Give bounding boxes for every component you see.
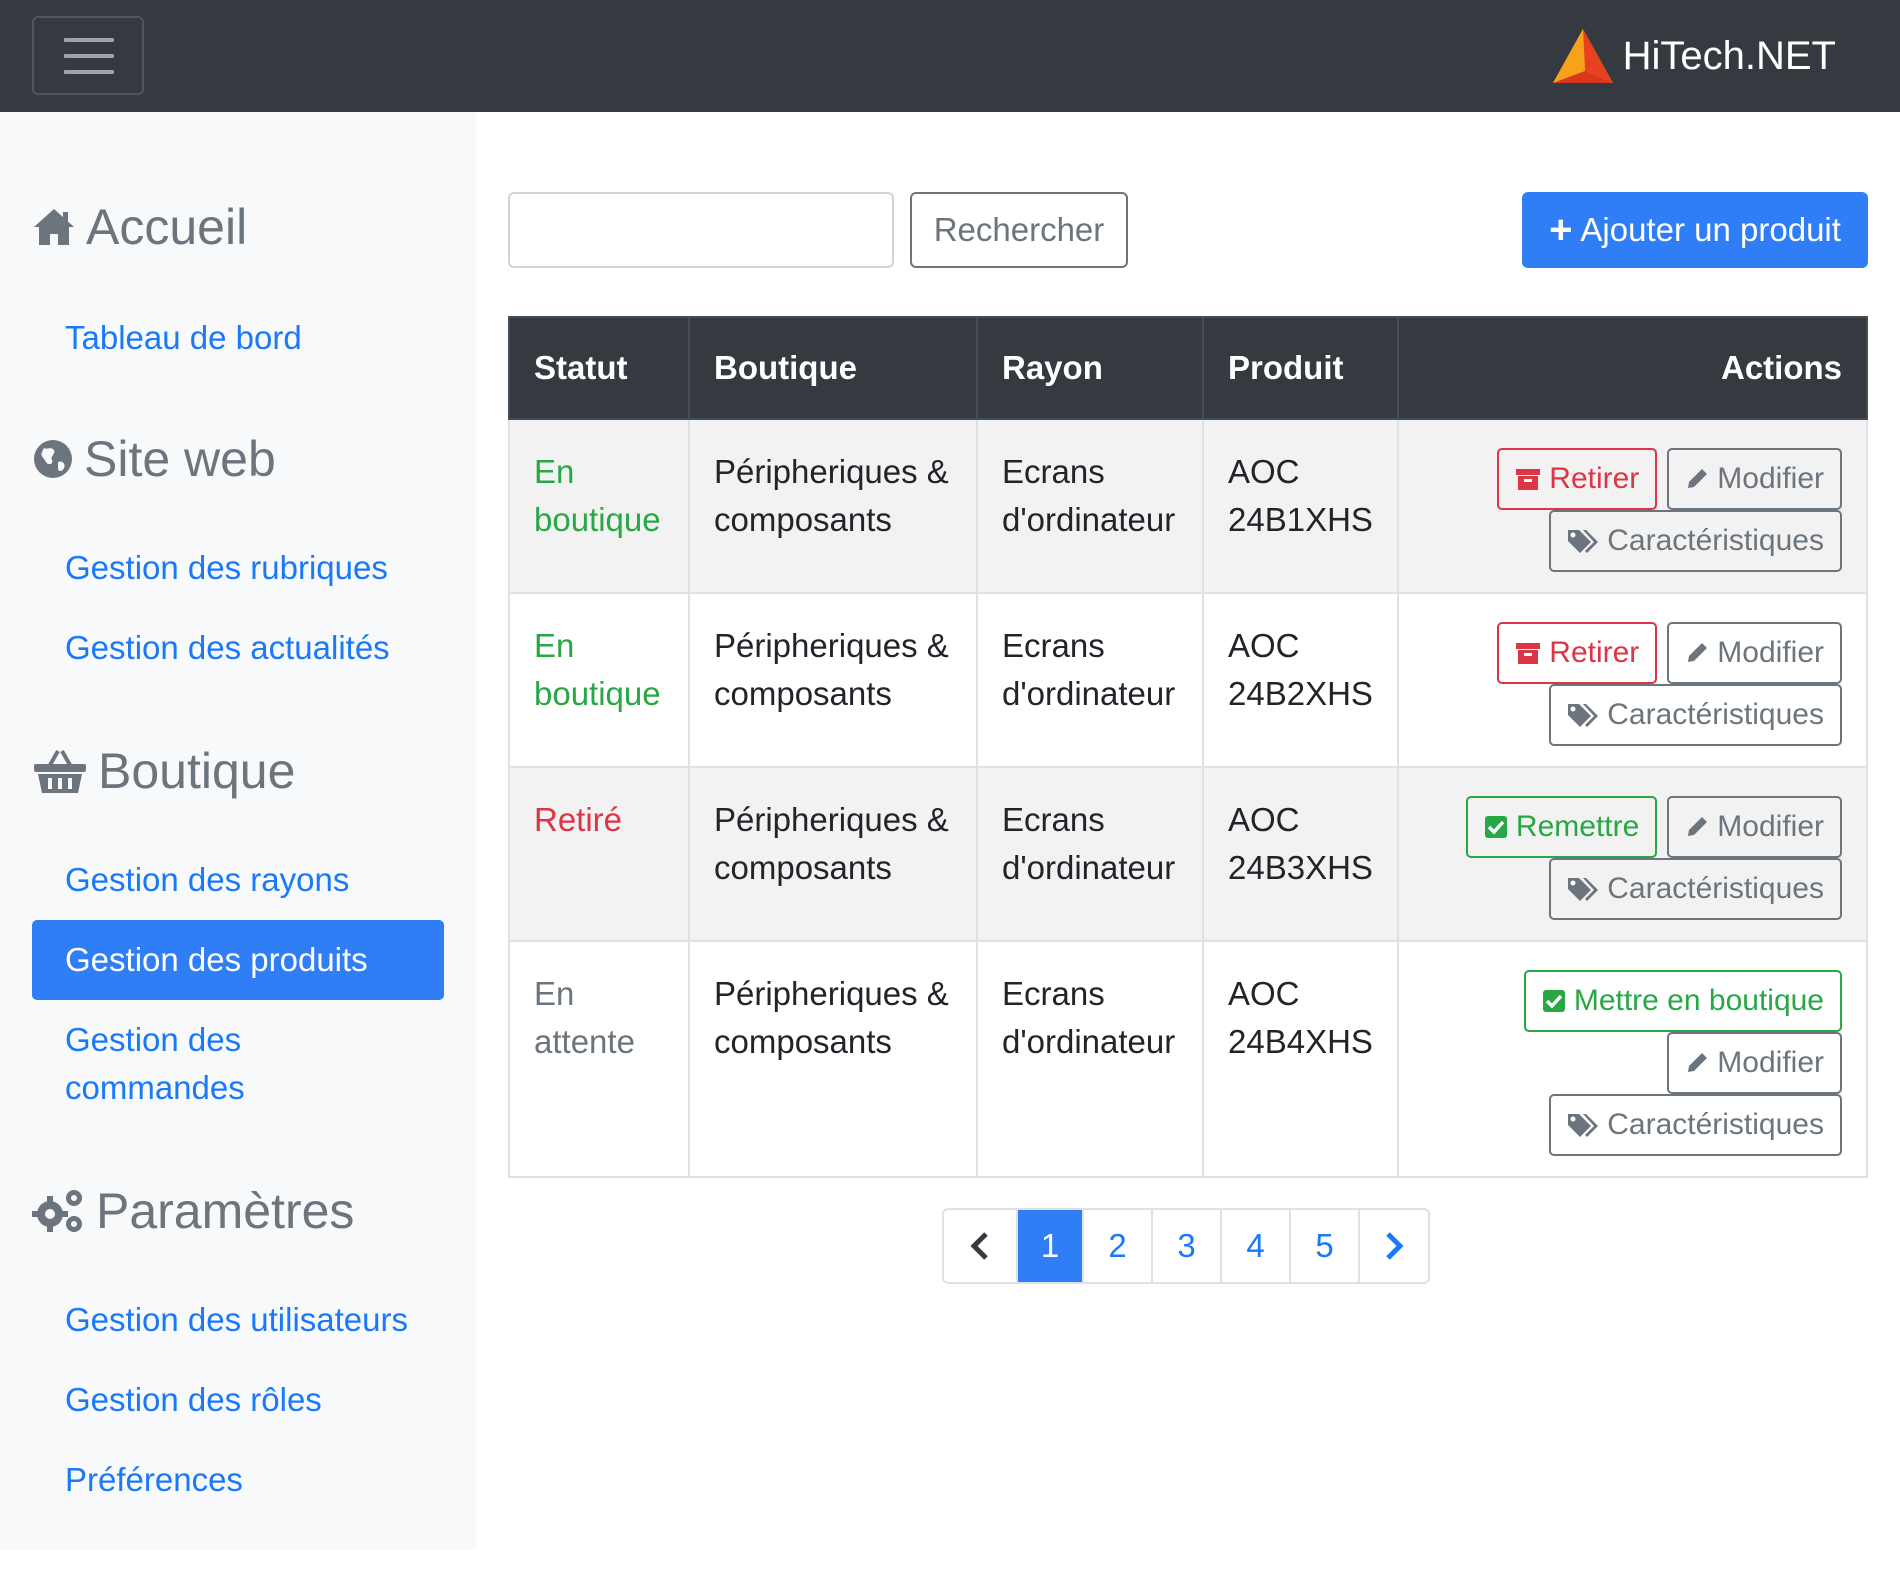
sidebar: Accueil Tableau de bord Site web Gestion… — [0, 112, 476, 1550]
check-square-icon — [1542, 990, 1565, 1012]
retirer-button[interactable]: Retirer — [1497, 448, 1658, 510]
brand-link[interactable]: HiTech.NET — [1551, 26, 1836, 86]
search-input[interactable] — [508, 192, 894, 268]
table-row: En attente Péripheriques & composants Ec… — [508, 940, 1869, 1178]
produit-cell: AOC 24B1XHS — [1202, 418, 1399, 594]
rayon-cell: Ecrans d'ordinateur — [976, 418, 1204, 594]
actions-cell: Retirer Modifier Caractéristiques — [1396, 418, 1869, 594]
status-cell: En boutique — [508, 418, 690, 594]
chevron-left-icon — [970, 1232, 988, 1260]
sidebar-item-actualites[interactable]: Gestion des actualités — [65, 624, 390, 672]
page-next-button[interactable] — [1358, 1210, 1428, 1282]
sidebar-heading-parametres: Paramètres — [32, 1182, 354, 1240]
chevron-right-icon — [1386, 1232, 1404, 1260]
archive-icon — [1516, 469, 1541, 490]
pagination: 1 2 3 4 5 — [942, 1208, 1430, 1284]
produit-cell: AOC 24B4XHS — [1202, 940, 1399, 1178]
table-row: En boutique Péripheriques & composants E… — [508, 592, 1869, 768]
globe-icon — [34, 440, 72, 478]
status-cell: En attente — [508, 940, 690, 1178]
brand-name: HiTech.NET — [1622, 33, 1836, 78]
pencil-icon — [1688, 1053, 1708, 1072]
basket-icon — [34, 750, 86, 793]
sidebar-heading-boutique: Boutique — [32, 742, 295, 800]
plus-icon: + — [1549, 208, 1573, 252]
table-header-row: Statut Boutique Rayon Produit Actions — [508, 316, 1869, 420]
header-rayon: Rayon — [976, 316, 1204, 420]
produit-cell: AOC 24B2XHS — [1202, 592, 1399, 768]
boutique-cell: Péripheriques & composants — [688, 592, 978, 768]
modifier-button[interactable]: Modifier — [1667, 622, 1842, 684]
page-5[interactable]: 5 — [1289, 1210, 1358, 1282]
home-icon — [34, 209, 74, 245]
sidebar-item-rubriques[interactable]: Gestion des rubriques — [65, 544, 388, 592]
rayon-cell: Ecrans d'ordinateur — [976, 766, 1204, 942]
boutique-cell: Péripheriques & composants — [688, 766, 978, 942]
status-cell: En boutique — [508, 592, 690, 768]
tags-icon — [1568, 878, 1599, 901]
header-statut: Statut — [508, 316, 690, 420]
page-prev-button[interactable] — [944, 1210, 1016, 1282]
modifier-button[interactable]: Modifier — [1667, 448, 1842, 510]
hamburger-icon — [64, 38, 114, 42]
header-boutique: Boutique — [688, 316, 978, 420]
sidebar-heading-accueil: Accueil — [32, 198, 247, 256]
status-cell: Retiré — [508, 766, 690, 942]
header-produit: Produit — [1202, 316, 1399, 420]
caracteristiques-button[interactable]: Caractéristiques — [1549, 510, 1842, 572]
sidebar-item-commandes[interactable]: Gestion des commandes — [65, 1016, 245, 1112]
tags-icon — [1568, 1114, 1599, 1137]
caracteristiques-button[interactable]: Caractéristiques — [1549, 858, 1842, 920]
tags-icon — [1568, 530, 1599, 553]
sidebar-item-rayons[interactable]: Gestion des rayons — [65, 856, 349, 904]
search-button[interactable]: Rechercher — [910, 192, 1128, 268]
menu-toggle-button[interactable] — [32, 16, 144, 95]
rayon-cell: Ecrans d'ordinateur — [976, 592, 1204, 768]
sidebar-item-produits[interactable]: Gestion des produits — [32, 920, 444, 1000]
top-navbar: HiTech.NET — [0, 0, 1900, 112]
table-row: En boutique Péripheriques & composants E… — [508, 418, 1869, 594]
logo-icon — [1552, 29, 1613, 83]
sidebar-item-utilisateurs[interactable]: Gestion des utilisateurs — [65, 1296, 408, 1344]
rayon-cell: Ecrans d'ordinateur — [976, 940, 1204, 1178]
mettre-en-boutique-button[interactable]: Mettre en boutique — [1523, 970, 1842, 1032]
page-2[interactable]: 2 — [1082, 1210, 1151, 1282]
page-3[interactable]: 3 — [1151, 1210, 1220, 1282]
sidebar-item-tableau-de-bord[interactable]: Tableau de bord — [65, 314, 302, 362]
remettre-button[interactable]: Remettre — [1465, 796, 1658, 858]
caracteristiques-button[interactable]: Caractéristiques — [1549, 1094, 1842, 1156]
gears-icon — [32, 1190, 82, 1232]
page-1[interactable]: 1 — [1016, 1210, 1082, 1282]
page-4[interactable]: 4 — [1220, 1210, 1289, 1282]
archive-icon — [1516, 643, 1541, 664]
sidebar-heading-site-web: Site web — [32, 430, 276, 488]
retirer-button[interactable]: Retirer — [1497, 622, 1658, 684]
boutique-cell: Péripheriques & composants — [688, 940, 978, 1178]
pencil-icon — [1688, 469, 1708, 488]
sidebar-item-preferences[interactable]: Préférences — [65, 1456, 243, 1504]
actions-cell: Remettre Modifier Caractéristiques — [1396, 766, 1869, 942]
caracteristiques-button[interactable]: Caractéristiques — [1549, 684, 1842, 746]
actions-cell: Mettre en boutique Modifier Caractéristi… — [1396, 940, 1869, 1178]
boutique-cell: Péripheriques & composants — [688, 418, 978, 594]
products-table: Statut Boutique Rayon Produit Actions En… — [508, 316, 1869, 1178]
sidebar-item-roles[interactable]: Gestion des rôles — [65, 1376, 322, 1424]
pencil-icon — [1688, 643, 1708, 662]
check-square-icon — [1484, 816, 1507, 838]
tags-icon — [1568, 704, 1599, 727]
header-actions: Actions — [1396, 316, 1869, 420]
actions-cell: Retirer Modifier Caractéristiques — [1396, 592, 1869, 768]
modifier-button[interactable]: Modifier — [1667, 1032, 1842, 1094]
add-product-button[interactable]: + Ajouter un produit — [1522, 192, 1868, 268]
pencil-icon — [1688, 817, 1708, 836]
produit-cell: AOC 24B3XHS — [1202, 766, 1399, 942]
table-row: Retiré Péripheriques & composants Ecrans… — [508, 766, 1869, 942]
modifier-button[interactable]: Modifier — [1667, 796, 1842, 858]
